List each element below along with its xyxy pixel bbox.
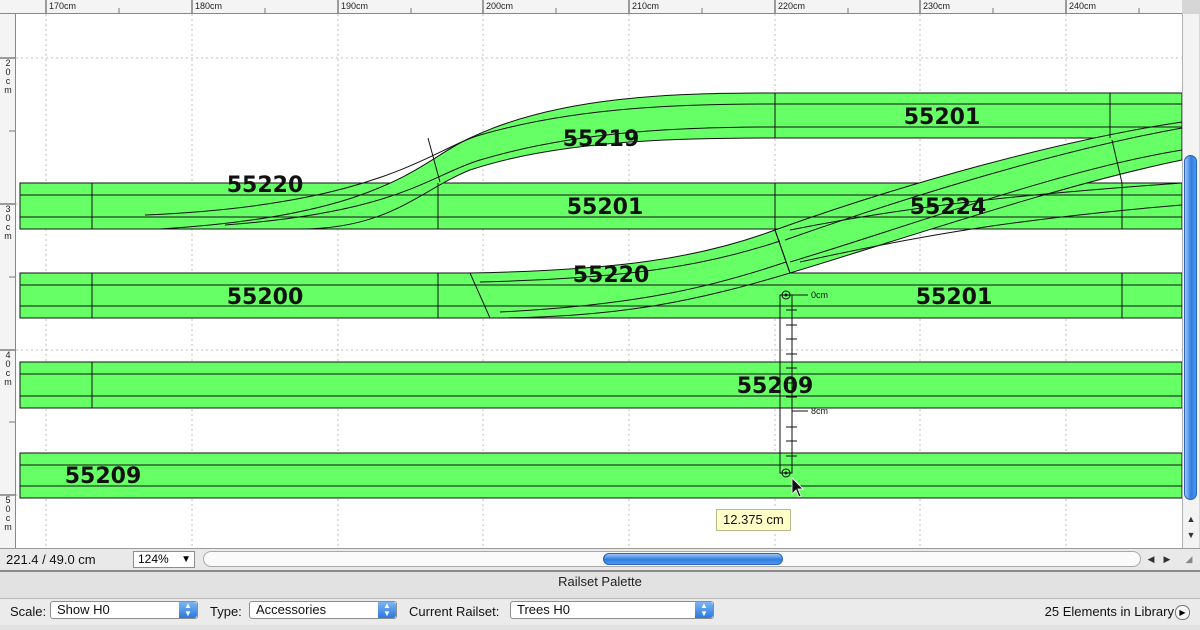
type-value: Accessories	[256, 602, 327, 617]
track-label: 55201	[916, 285, 993, 310]
ruler-label-x: 230cm	[923, 1, 950, 11]
stepper-arrows-icon: ▲ ▼	[179, 602, 197, 618]
type-select[interactable]: Accessories ▲ ▼	[249, 601, 397, 619]
track-band[interactable]	[19, 452, 1183, 499]
zoom-select[interactable]: 124% ▼	[133, 551, 195, 568]
track-label: 55200	[227, 285, 304, 310]
ruler-label-x: 180cm	[195, 1, 222, 11]
track-label: 55219	[563, 127, 640, 152]
railset-palette: Railset Palette Scale: Show H0 ▲ ▼ Type: …	[0, 570, 1200, 630]
resize-grip-icon[interactable]: ◢	[1183, 552, 1195, 566]
ruler-label-x: 190cm	[341, 1, 368, 11]
ruler-label-x: 200cm	[486, 1, 513, 11]
measure-mid-label: 8cm	[811, 406, 828, 416]
ruler-label-x: 210cm	[632, 1, 659, 11]
top-ruler	[0, 0, 1182, 14]
chevron-down-icon: ▼	[181, 554, 191, 565]
railset-select[interactable]: Trees H0 ▲ ▼	[510, 601, 714, 619]
track-label: 55201	[567, 195, 644, 220]
scale-select[interactable]: Show H0 ▲ ▼	[50, 601, 198, 619]
track-band[interactable]	[19, 361, 1183, 409]
vertical-scroll-thumb[interactable]	[1184, 155, 1197, 500]
scroll-down-arrow-icon[interactable]: ▼	[1185, 528, 1197, 542]
measure-start-label: 0cm	[811, 290, 828, 300]
ruler-label-x: 240cm	[1069, 1, 1096, 11]
type-label: Type:	[210, 604, 242, 619]
horizontal-scrollbar[interactable]	[203, 551, 1141, 567]
track-label: 55220	[227, 173, 304, 198]
scale-value: Show H0	[57, 602, 110, 617]
track-label: 55220	[573, 263, 650, 288]
stepper-arrows-icon: ▲ ▼	[378, 602, 396, 618]
measure-tooltip: 12.375 cm	[716, 509, 791, 531]
vertical-scrollbar[interactable]: ▲ ▼	[1182, 14, 1199, 550]
track-label: 55224	[910, 195, 987, 220]
scroll-up-arrow-icon[interactable]: ▲	[1185, 512, 1197, 526]
zoom-value: 124%	[138, 552, 169, 566]
scroll-right-arrow-icon[interactable]: ▶	[1161, 552, 1173, 566]
stepper-arrows-icon: ▲ ▼	[695, 602, 713, 618]
scale-label: Scale:	[10, 604, 47, 619]
track-label: 55201	[904, 105, 981, 130]
horizontal-scroll-thumb[interactable]	[603, 553, 783, 565]
railset-label: Current Railset:	[409, 604, 500, 619]
ruler-label-x: 220cm	[778, 1, 805, 11]
palette-title: Railset Palette	[558, 574, 642, 589]
track-label: 55209	[737, 374, 814, 399]
railset-value: Trees H0	[517, 602, 570, 617]
scroll-left-arrow-icon[interactable]: ◀	[1145, 552, 1157, 566]
palette-controls: Scale: Show H0 ▲ ▼ Type: Accessories ▲ ▼ C…	[0, 598, 1200, 625]
track-label: 55209	[65, 464, 142, 489]
ruler-label-x: 170cm	[49, 1, 76, 11]
library-disclosure-icon[interactable]: ▶	[1175, 605, 1190, 620]
status-bar: 221.4 / 49.0 cm 124% ▼ ◀ ▶ ◢	[0, 548, 1200, 571]
library-count: 25 Elements in Library	[1044, 604, 1174, 619]
cursor-coordinates: 221.4 / 49.0 cm	[6, 552, 96, 567]
layout-canvas[interactable]: 170cm 180cm 190cm 200cm 210cm 220cm 230c…	[0, 0, 1200, 628]
